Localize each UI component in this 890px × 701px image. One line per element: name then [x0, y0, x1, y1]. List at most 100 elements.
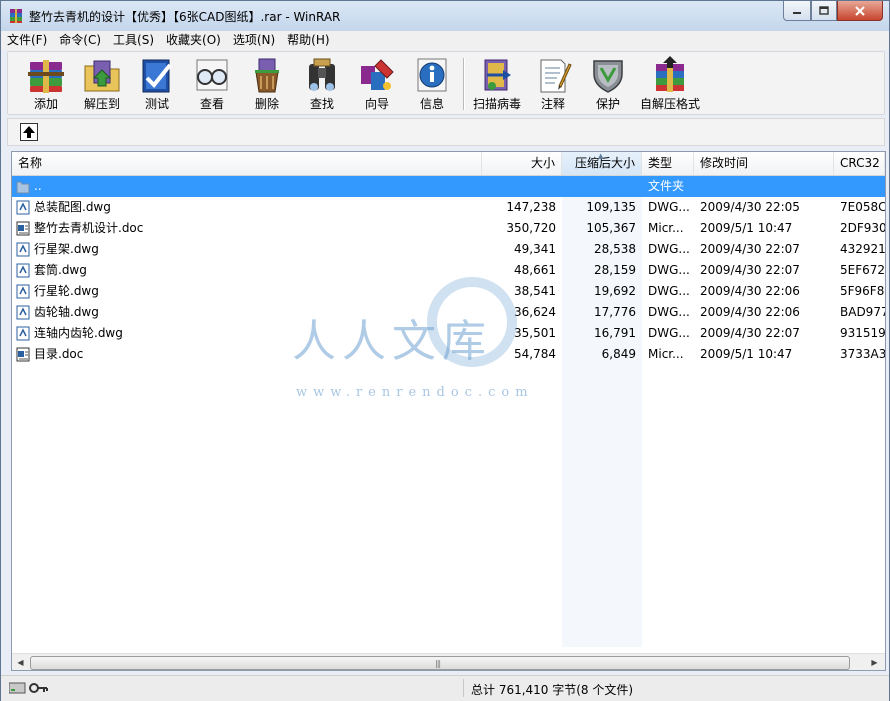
dwg-file-icon	[16, 305, 30, 320]
file-size: 49,341	[514, 242, 556, 256]
file-packed-size: 28,538	[594, 242, 636, 256]
maximize-button[interactable]	[811, 1, 837, 21]
up-arrow-icon	[23, 126, 35, 138]
extract-folder-icon	[84, 60, 120, 92]
find-binoculars-icon	[309, 58, 335, 91]
file-row[interactable]: 整竹去青机设计.doc 350,720 105,367 Micr... 2009…	[12, 218, 885, 239]
column-modified[interactable]: 修改时间	[694, 152, 834, 175]
parent-folder-row[interactable]: .. 文件夹	[12, 176, 885, 197]
winrar-app-icon[interactable]	[8, 8, 24, 24]
menu-file[interactable]: 文件(F)	[1, 31, 53, 50]
info-label: 信息	[419, 97, 444, 111]
extract-button[interactable]: 解压到	[74, 54, 130, 112]
dwg-file-icon	[16, 263, 30, 278]
file-modified: 2009/4/30 22:07	[700, 242, 800, 256]
file-size: 350,720	[506, 221, 556, 235]
info-button[interactable]: 信息	[404, 54, 460, 112]
title-bar[interactable]: 整竹去青机的设计【优秀】【6张CAD图纸】.rar - WinRAR	[1, 1, 889, 31]
parent-folder-type: 文件夹	[648, 179, 685, 193]
column-type[interactable]: 类型	[642, 152, 694, 175]
scrollbar-thumb[interactable]: |||	[30, 656, 850, 670]
file-crc: BAD977	[840, 305, 885, 319]
find-button[interactable]: 查找	[294, 54, 350, 112]
scroll-left-arrow-icon[interactable]: ◀	[13, 655, 28, 670]
dwg-file-icon	[16, 242, 30, 257]
file-row[interactable]: 行星轮.dwg 38,541 19,692 DWG... 2009/4/30 2…	[12, 281, 885, 302]
scrollbar-grip-icon: |||	[435, 659, 441, 668]
view-button[interactable]: 查看	[184, 54, 240, 112]
menu-tools[interactable]: 工具(S)	[107, 31, 160, 50]
file-name: 目录.doc	[34, 347, 84, 361]
watermark-url: www.renrendoc.com	[296, 385, 534, 400]
sfx-button[interactable]: 自解压格式	[640, 54, 700, 112]
column-name[interactable]: 名称	[12, 152, 482, 175]
file-crc: 432921	[840, 242, 885, 256]
comment-button[interactable]: 注释	[525, 54, 581, 112]
file-row[interactable]: 套筒.dwg 48,661 28,159 DWG... 2009/4/30 22…	[12, 260, 885, 281]
file-size: 36,624	[514, 305, 556, 319]
file-row[interactable]: 行星架.dwg 49,341 28,538 DWG... 2009/4/30 2…	[12, 239, 885, 260]
status-separator	[463, 679, 464, 697]
sfx-label: 自解压格式	[639, 97, 700, 111]
menu-commands[interactable]: 命令(C)	[53, 31, 107, 50]
scroll-right-arrow-icon[interactable]: ▶	[867, 655, 882, 670]
scan-virus-button[interactable]: 扫描病毒	[469, 54, 525, 112]
archive-books-icon	[28, 60, 64, 93]
file-crc: 3733A3	[840, 347, 885, 361]
file-modified: 2009/4/30 22:06	[700, 284, 800, 298]
menu-help[interactable]: 帮助(H)	[281, 31, 335, 50]
menu-options[interactable]: 选项(N)	[227, 31, 281, 50]
file-name: 整竹去青机设计.doc	[34, 221, 144, 235]
up-level-button[interactable]	[20, 123, 38, 141]
sfx-archive-icon	[656, 56, 684, 92]
file-type: Micr...	[648, 221, 684, 235]
file-size: 147,238	[506, 200, 556, 214]
status-total: 总计 761,410 字节(8 个文件)	[471, 683, 634, 697]
file-packed-size: 105,367	[586, 221, 636, 235]
column-size[interactable]: 大小	[482, 152, 562, 175]
file-row[interactable]: 目录.doc 54,784 6,849 Micr... 2009/5/1 10:…	[12, 344, 885, 365]
window-title: 整竹去青机的设计【优秀】【6张CAD图纸】.rar - WinRAR	[29, 10, 341, 24]
main-toolbar: 添加 解压到 测试 查看 删除 查找 向导 信息 扫描病毒 注释 保护 自解压格…	[7, 51, 885, 115]
file-name: 行星架.dwg	[34, 242, 99, 256]
file-type: DWG...	[648, 263, 690, 277]
file-type: DWG...	[648, 242, 690, 256]
horizontal-scrollbar[interactable]: ◀ ||| ▶	[12, 653, 885, 670]
view-glasses-icon	[196, 59, 228, 91]
add-button[interactable]: 添加	[18, 54, 74, 112]
file-modified: 2009/5/1 10:47	[700, 347, 793, 361]
file-type: Micr...	[648, 347, 684, 361]
folder-icon	[16, 181, 30, 194]
maximize-icon	[819, 6, 829, 15]
file-type: DWG...	[648, 305, 690, 319]
file-crc: 5EF672	[840, 263, 885, 277]
file-size: 38,541	[514, 284, 556, 298]
file-type: DWG...	[648, 326, 690, 340]
protect-button[interactable]: 保护	[580, 54, 636, 112]
delete-button[interactable]: 删除	[239, 54, 295, 112]
minimize-button[interactable]	[783, 1, 811, 21]
close-button[interactable]	[837, 1, 883, 21]
file-list[interactable]: 名称 大小 压缩后大小 类型 修改时间 CRC32 ▲ .. 文件夹 总装配图.…	[11, 151, 886, 671]
minimize-icon	[793, 11, 801, 14]
file-row[interactable]: 总装配图.dwg 147,238 109,135 DWG... 2009/4/3…	[12, 197, 885, 218]
comment-note-icon	[540, 59, 572, 93]
file-row[interactable]: 连轴内齿轮.dwg 35,501 16,791 DWG... 2009/4/30…	[12, 323, 885, 344]
info-icon	[417, 58, 447, 92]
menu-favorites[interactable]: 收藏夹(O)	[160, 31, 227, 50]
file-row[interactable]: 齿轮轴.dwg 36,624 17,776 DWG... 2009/4/30 2…	[12, 302, 885, 323]
column-crc[interactable]: CRC32	[834, 152, 885, 175]
file-name: 连轴内齿轮.dwg	[34, 326, 123, 340]
file-packed-size: 17,776	[594, 305, 636, 319]
menu-bar: 文件(F) 命令(C) 工具(S) 收藏夹(O) 选项(N) 帮助(H)	[1, 31, 889, 50]
protect-shield-icon	[593, 60, 623, 93]
test-check-icon	[142, 59, 172, 93]
sort-arrow-icon: ▲	[598, 152, 604, 160]
file-crc: 5F96F8	[840, 284, 885, 298]
drive-key-icon[interactable]	[9, 681, 49, 695]
test-button[interactable]: 测试	[129, 54, 185, 112]
wizard-button[interactable]: 向导	[349, 54, 405, 112]
winrar-window: 整竹去青机的设计【优秀】【6张CAD图纸】.rar - WinRAR 文件(F)…	[0, 0, 890, 701]
file-size: 48,661	[514, 263, 556, 277]
dwg-file-icon	[16, 326, 30, 341]
